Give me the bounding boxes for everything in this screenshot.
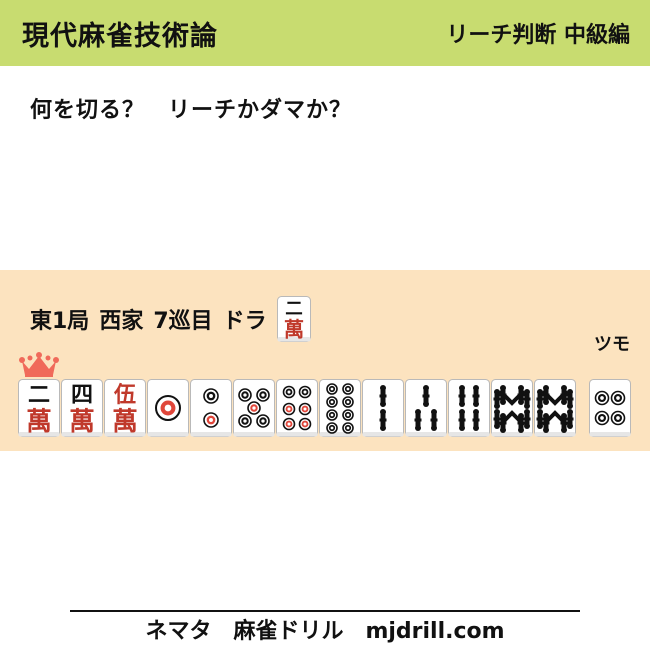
hand-tile[interactable]	[405, 379, 447, 437]
hand-tile[interactable]	[233, 379, 275, 437]
round-label: 東1局	[30, 309, 90, 334]
hand-tile[interactable]	[147, 379, 189, 437]
hand-tile[interactable]	[362, 379, 404, 437]
hand-tile[interactable]: 二萬	[18, 379, 60, 437]
dora-indicator-tile: 二萬	[276, 296, 311, 342]
header-bar: 現代麻雀技術論 リーチ判断 中級編	[0, 0, 650, 66]
svg-text:二: 二	[28, 382, 50, 408]
hand-tile[interactable]	[491, 379, 533, 437]
hand-tile[interactable]	[276, 379, 318, 437]
svg-text:萬: 萬	[284, 317, 304, 341]
svg-text:四: 四	[71, 382, 93, 408]
situation-panel: 東1局 西家 7巡目 ドラ 二萬 ツモ 二萬四萬伍萬	[0, 270, 650, 451]
hand-tile[interactable]	[448, 379, 490, 437]
svg-text:二: 二	[285, 299, 302, 319]
svg-text:萬: 萬	[69, 407, 95, 437]
svg-text:萬: 萬	[112, 407, 138, 437]
drill-category: リーチ判断 中級編	[446, 23, 630, 48]
app-title: 現代麻雀技術論	[22, 20, 218, 52]
svg-text:伍: 伍	[113, 382, 136, 408]
footer-credit: ネマタ 麻雀ドリル mjdrill.com	[145, 619, 505, 644]
round-info: 東1局 西家 7巡目 ドラ 二萬	[30, 296, 311, 342]
hand-tile[interactable]	[534, 379, 576, 437]
question-text: 何を切る？ リーチかダマか？	[30, 98, 353, 123]
hand-tile[interactable]	[190, 379, 232, 437]
hand-tile[interactable]	[319, 379, 361, 437]
hand-tile[interactable]: 伍萬	[104, 379, 146, 437]
tsumo-tile[interactable]	[589, 379, 631, 437]
crown-icon	[19, 352, 59, 377]
hand-tile[interactable]: 四萬	[61, 379, 103, 437]
hand-tiles: 二萬四萬伍萬	[18, 379, 577, 437]
tsumo-label: ツモ	[594, 334, 630, 355]
footer-divider	[70, 610, 580, 612]
turn-label: 7巡目	[153, 309, 213, 334]
seat-label: 西家	[99, 309, 144, 334]
svg-text:萬: 萬	[26, 407, 52, 437]
dora-label: ドラ	[222, 309, 267, 334]
